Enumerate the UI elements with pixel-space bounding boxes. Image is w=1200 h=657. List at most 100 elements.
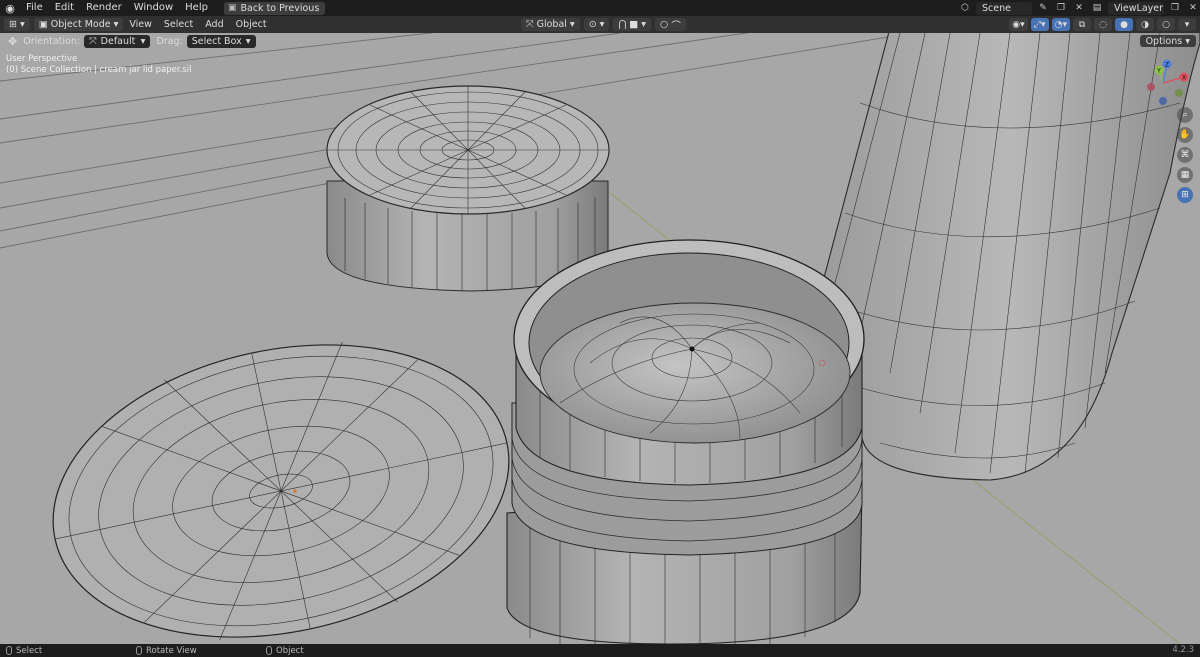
status-object-label: Object xyxy=(276,645,304,656)
gizmo-neg-x-axis[interactable] xyxy=(1147,83,1155,91)
viewlayer-selector[interactable]: ViewLayer xyxy=(1108,1,1164,15)
status-select: Select xyxy=(0,646,130,656)
visibility-selectability-button[interactable]: ◉▾ xyxy=(1009,18,1028,31)
snapping-button[interactable]: ⋂ ■ ▾ xyxy=(613,18,652,31)
toggle-xray-button[interactable]: ⧉ xyxy=(1073,18,1091,31)
orientation-value: Default xyxy=(100,35,136,47)
move-tool-icon[interactable]: ✥ xyxy=(8,35,17,48)
status-rotate-label: Rotate View xyxy=(146,645,197,656)
chevron-down-icon: ▾ xyxy=(641,19,647,30)
menu-add[interactable]: Add xyxy=(199,19,229,30)
scene-render[interactable] xyxy=(0,33,1200,644)
top-right-group: ⬡ Scene ✎ ❐ ✕ ▤ ViewLayer ❐ ✕ xyxy=(958,0,1200,16)
perspective-grid-icon[interactable]: ▦ xyxy=(1177,167,1193,183)
collection-path-label: (0) Scene Collection | cream jar lid pap… xyxy=(6,65,192,75)
chevron-down-icon: ▾ xyxy=(245,35,251,47)
scene-icon: ⬡ xyxy=(961,3,969,13)
chevron-down-icon: ▾ xyxy=(19,19,25,30)
menu-render[interactable]: Render xyxy=(80,0,128,16)
status-rotate-view: Rotate View xyxy=(130,646,260,656)
menu-select[interactable]: Select xyxy=(158,19,199,30)
viewlayer-name: ViewLayer xyxy=(1114,2,1164,14)
drag-label: Drag: xyxy=(156,35,183,47)
editor-type-button[interactable]: ⊞ ▾ xyxy=(4,18,30,31)
shading-solid-button[interactable]: ● xyxy=(1115,18,1133,31)
quad-view-icon[interactable]: ⊞ xyxy=(1177,187,1193,203)
back-to-previous-label: Back to Previous xyxy=(240,2,320,14)
mode-selector[interactable]: ▣ Object Mode ▾ xyxy=(33,18,124,31)
blender-logo-icon[interactable]: ◉ xyxy=(0,0,20,16)
chevron-down-icon: ▾ xyxy=(113,19,119,30)
lid-mesh[interactable] xyxy=(326,85,610,292)
gizmo-x-label: X xyxy=(1182,75,1186,82)
drag-dropdown[interactable]: Select Box ▾ xyxy=(186,34,256,48)
tool-settings-header: ✥ Orientation: ⤧ Default ▾ Drag: Select … xyxy=(0,33,1200,49)
remove-scene-icon[interactable]: ✕ xyxy=(1072,2,1086,15)
chevron-down-icon: ▾ xyxy=(569,19,575,30)
viewport-editor-icon: ⊞ xyxy=(9,19,17,30)
menu-file[interactable]: File xyxy=(20,0,49,16)
status-object: Object xyxy=(260,646,390,656)
menu-edit[interactable]: Edit xyxy=(49,0,80,16)
back-to-previous-button[interactable]: ▣ Back to Previous xyxy=(223,1,326,15)
mouse-left-icon xyxy=(6,646,12,655)
new-scene-icon[interactable]: ❐ xyxy=(1054,2,1068,15)
shading-rendered-button[interactable]: ○ xyxy=(1157,18,1175,31)
jar-mesh[interactable] xyxy=(506,239,865,644)
viewport-display-controls: ◉▾ ⤢▾ ◔▾ ⧉ ◌ ● ◑ ○ ▾ xyxy=(1009,18,1196,31)
shading-material-button[interactable]: ◑ xyxy=(1136,18,1154,31)
shading-options-button[interactable]: ▾ xyxy=(1178,18,1196,31)
gizmo-y-label: Y xyxy=(1156,68,1161,75)
options-label: Options xyxy=(1145,35,1183,47)
menu-object[interactable]: Object xyxy=(230,19,273,30)
transform-controls: ⤧ Global ▾ ⊙ ▾ ⋂ ■ ▾ ○ ⌒ xyxy=(521,18,686,32)
navigation-gizmo[interactable]: Y Z X xyxy=(1143,57,1193,107)
pivot-point-selector[interactable]: ⊙ ▾ xyxy=(583,18,610,31)
paper-seal-mesh[interactable] xyxy=(26,305,537,644)
camera-view-icon[interactable]: ⌘ xyxy=(1177,147,1193,163)
drag-value: Select Box xyxy=(191,35,242,47)
3d-viewport[interactable]: User Perspective (0) Scene Collection | … xyxy=(0,33,1200,644)
top-bar: ◉ File Edit Render Window Help ▣ Back to… xyxy=(0,0,1200,16)
object-mode-icon: ▣ xyxy=(38,19,48,30)
toggle-gizmos-button[interactable]: ⤢▾ xyxy=(1030,18,1049,31)
version-label: 4.2.3 xyxy=(1172,645,1194,655)
chevron-down-icon: ▾ xyxy=(599,19,605,30)
zoom-icon[interactable]: ⌕ xyxy=(1177,107,1193,123)
orientation-default-icon: ⤧ xyxy=(89,35,97,47)
toggle-overlays-button[interactable]: ◔▾ xyxy=(1051,18,1070,31)
gizmo-z-label: Z xyxy=(1165,62,1169,69)
scene-selector[interactable]: Scene xyxy=(976,1,1032,15)
mode-label: Object Mode xyxy=(50,19,111,30)
chevron-down-icon: ▾ xyxy=(140,35,146,47)
snap-increment-icon: ■ xyxy=(629,19,639,30)
navigation-tools: ⌕ ✋ ⌘ ▦ ⊞ xyxy=(1177,107,1193,203)
status-bar: Select Rotate View Object 4.2.3 xyxy=(0,644,1200,657)
transform-orientation-label: Global xyxy=(536,19,567,30)
new-viewlayer-icon[interactable]: ❐ xyxy=(1168,2,1182,15)
mouse-right-icon xyxy=(266,646,272,655)
gizmo-neg-y-axis[interactable] xyxy=(1175,89,1183,97)
screen-back-icon: ▣ xyxy=(227,3,237,13)
remove-viewlayer-icon[interactable]: ✕ xyxy=(1186,2,1200,15)
chevron-down-icon: ▾ xyxy=(1185,35,1190,47)
transform-orientation-selector[interactable]: ⤧ Global ▾ xyxy=(521,18,580,31)
gizmo-neg-z-axis[interactable] xyxy=(1159,97,1167,105)
orientation-global-icon: ⤧ xyxy=(526,19,534,30)
orientation-label: Orientation: xyxy=(23,35,81,47)
pin-scene-icon[interactable]: ✎ xyxy=(1036,2,1050,15)
orientation-dropdown[interactable]: ⤧ Default ▾ xyxy=(84,34,151,48)
falloff-curve-icon: ⌒ xyxy=(671,20,681,32)
proportional-editing-icon: ○ xyxy=(660,19,669,30)
viewport-header: ⊞ ▾ ▣ Object Mode ▾ View Select Add Obje… xyxy=(0,16,1200,33)
menu-window[interactable]: Window xyxy=(128,0,179,16)
menu-help[interactable]: Help xyxy=(179,0,214,16)
scene-name: Scene xyxy=(982,2,1011,14)
pan-hand-icon[interactable]: ✋ xyxy=(1177,127,1193,143)
viewport-info-text: User Perspective (0) Scene Collection | … xyxy=(6,54,191,76)
shading-wireframe-button[interactable]: ◌ xyxy=(1094,18,1112,31)
menu-view[interactable]: View xyxy=(123,19,158,30)
proportional-editing-button[interactable]: ○ ⌒ xyxy=(655,18,686,32)
options-button[interactable]: Options ▾ xyxy=(1139,35,1196,47)
status-select-label: Select xyxy=(16,645,43,656)
